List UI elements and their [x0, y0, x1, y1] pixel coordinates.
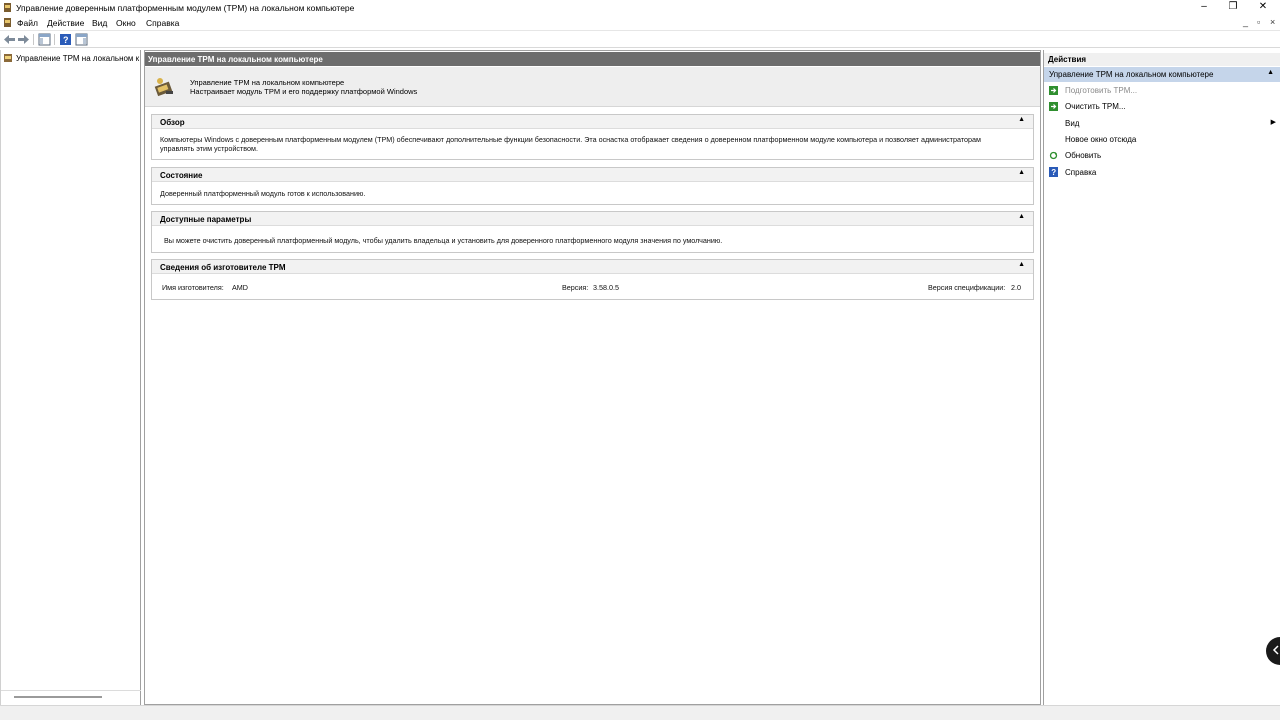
- action-new-window[interactable]: Новое окно отсюда: [1048, 132, 1278, 146]
- collapse-icon[interactable]: ▲: [1018, 261, 1025, 268]
- status-text: Доверенный платформенный модуль готов к …: [160, 189, 366, 198]
- manufacturer-name-label: Имя изготовителя:: [162, 283, 224, 292]
- version-value: 3.58.0.5: [593, 283, 619, 292]
- green-arrow-icon: [1048, 101, 1058, 111]
- forward-icon[interactable]: [17, 33, 30, 46]
- collapse-icon[interactable]: ▲: [1018, 116, 1025, 123]
- action-view[interactable]: Вид ▶: [1048, 116, 1278, 130]
- overview-text-line-2: управлять этим устройством.: [160, 144, 258, 153]
- section-title: Сведения об изготовителе TPM: [160, 263, 286, 272]
- available-options-text: Вы можете очистить доверенный платформен…: [164, 236, 723, 245]
- menu-help[interactable]: Справка: [146, 18, 179, 28]
- section-overview-header[interactable]: Обзор ▲: [152, 115, 1033, 129]
- version-label: Версия:: [562, 283, 589, 292]
- toolbar-separator: [33, 34, 34, 45]
- section-status-header[interactable]: Состояние ▲: [152, 168, 1033, 182]
- action-help[interactable]: ? Справка: [1048, 165, 1278, 179]
- section-title: Обзор: [160, 118, 185, 127]
- mdi-restore-button[interactable]: ▫: [1257, 17, 1260, 27]
- section-title: Доступные параметры: [160, 215, 252, 224]
- section-status: Состояние ▲ Доверенный платформенный мод…: [151, 167, 1034, 205]
- console-tree: Управление TPM на локальном к: [0, 50, 141, 705]
- center-pane: Управление TPM на локальном компьютере У…: [144, 50, 1041, 705]
- app-icon: [4, 3, 11, 12]
- tree-scrollbar-track: [1, 690, 141, 691]
- collapse-icon[interactable]: ▲: [1267, 69, 1274, 76]
- action-refresh[interactable]: Обновить: [1048, 148, 1278, 162]
- spec-version-value: 2.0: [1011, 283, 1021, 292]
- section-manufacturer-info-header[interactable]: Сведения об изготовителе TPM ▲: [152, 260, 1033, 274]
- actions-group-label: Управление TPM на локальном компьютере: [1049, 70, 1214, 79]
- minimize-button[interactable]: –: [1192, 0, 1216, 14]
- action-label: Справка: [1065, 167, 1097, 177]
- action-label: Новое окно отсюда: [1065, 134, 1137, 144]
- section-title: Состояние: [160, 171, 203, 180]
- system-menu-icon[interactable]: [3, 18, 12, 28]
- blank-icon: [1048, 118, 1058, 128]
- back-icon[interactable]: [3, 33, 16, 46]
- menu-file[interactable]: Файл: [17, 18, 38, 28]
- svg-text:?: ?: [63, 35, 69, 45]
- show-hide-console-tree-icon[interactable]: [38, 33, 51, 46]
- green-arrow-icon: [1048, 85, 1058, 95]
- manufacturer-name-value: AMD: [232, 283, 248, 292]
- submenu-arrow-icon: ▶: [1270, 119, 1276, 126]
- window-title: Управление доверенным платформенным моду…: [16, 3, 355, 13]
- menu-bar: Файл Действие Вид Окно Справка _ ▫ ×: [0, 16, 1280, 30]
- actions-pane-header: Действия: [1044, 53, 1280, 66]
- snapin-info-panel: Управление TPM на локальном компьютере Н…: [145, 67, 1040, 107]
- help-icon: ?: [1048, 167, 1058, 177]
- tree-item-tpm-management[interactable]: Управление TPM на локальном к: [3, 52, 141, 64]
- section-manufacturer-info: Сведения об изготовителе TPM ▲ Имя изгот…: [151, 259, 1034, 300]
- action-label: Очистить TPM...: [1065, 101, 1126, 111]
- collapse-icon[interactable]: ▲: [1018, 213, 1025, 220]
- svg-text:?: ?: [1051, 168, 1056, 177]
- chevron-left-icon: [1272, 645, 1279, 655]
- section-available-options-header[interactable]: Доступные параметры ▲: [152, 212, 1033, 226]
- title-bar: Управление доверенным платформенным моду…: [0, 0, 1280, 16]
- blank-icon: [1048, 134, 1058, 144]
- menu-view[interactable]: Вид: [92, 18, 107, 28]
- action-label: Подготовить TPM...: [1065, 85, 1138, 95]
- mdi-minimize-button[interactable]: _: [1243, 17, 1248, 27]
- show-hide-action-pane-icon[interactable]: [75, 33, 88, 46]
- section-available-options: Доступные параметры ▲ Вы можете очистить…: [151, 211, 1034, 253]
- mdi-close-button[interactable]: ×: [1270, 17, 1275, 27]
- tree-horizontal-scrollbar[interactable]: [14, 696, 102, 698]
- tree-item-label: Управление TPM на локальном к: [16, 53, 140, 63]
- spec-version-label: Версия спецификации:: [928, 283, 1006, 292]
- action-label: Вид: [1065, 118, 1080, 128]
- action-label: Обновить: [1065, 150, 1102, 160]
- help-icon[interactable]: ?: [59, 33, 72, 46]
- overview-text-line-1: Компьютеры Windows с доверенным платформ…: [160, 135, 981, 144]
- actions-group-tpm-management[interactable]: Управление TPM на локальном компьютере ▲: [1044, 67, 1280, 82]
- menu-window[interactable]: Окно: [116, 18, 136, 28]
- action-clear-tpm[interactable]: Очистить TPM...: [1048, 99, 1278, 113]
- action-prepare-tpm[interactable]: Подготовить TPM...: [1048, 83, 1278, 97]
- center-pane-header: Управление TPM на локальном компьютере: [145, 52, 1040, 66]
- snapin-title: Управление TPM на локальном компьютере: [190, 78, 345, 87]
- tpm-chip-icon: [154, 78, 173, 97]
- toolbar: ?: [0, 30, 1280, 48]
- toolbar-separator: [54, 34, 55, 45]
- menu-action[interactable]: Действие: [47, 18, 84, 28]
- actions-pane: Действия Управление TPM на локальном ком…: [1043, 50, 1280, 705]
- collapse-icon[interactable]: ▲: [1018, 169, 1025, 176]
- maximize-button[interactable]: ❐: [1221, 0, 1245, 14]
- close-button[interactable]: ✕: [1251, 0, 1275, 14]
- snapin-subtitle: Настраивает модуль TPM и его поддержку п…: [190, 87, 418, 96]
- status-bar: [0, 705, 1280, 720]
- tpm-icon: [4, 54, 12, 62]
- section-overview: Обзор ▲ Компьютеры Windows с доверенным …: [151, 114, 1034, 160]
- refresh-icon: [1048, 150, 1058, 160]
